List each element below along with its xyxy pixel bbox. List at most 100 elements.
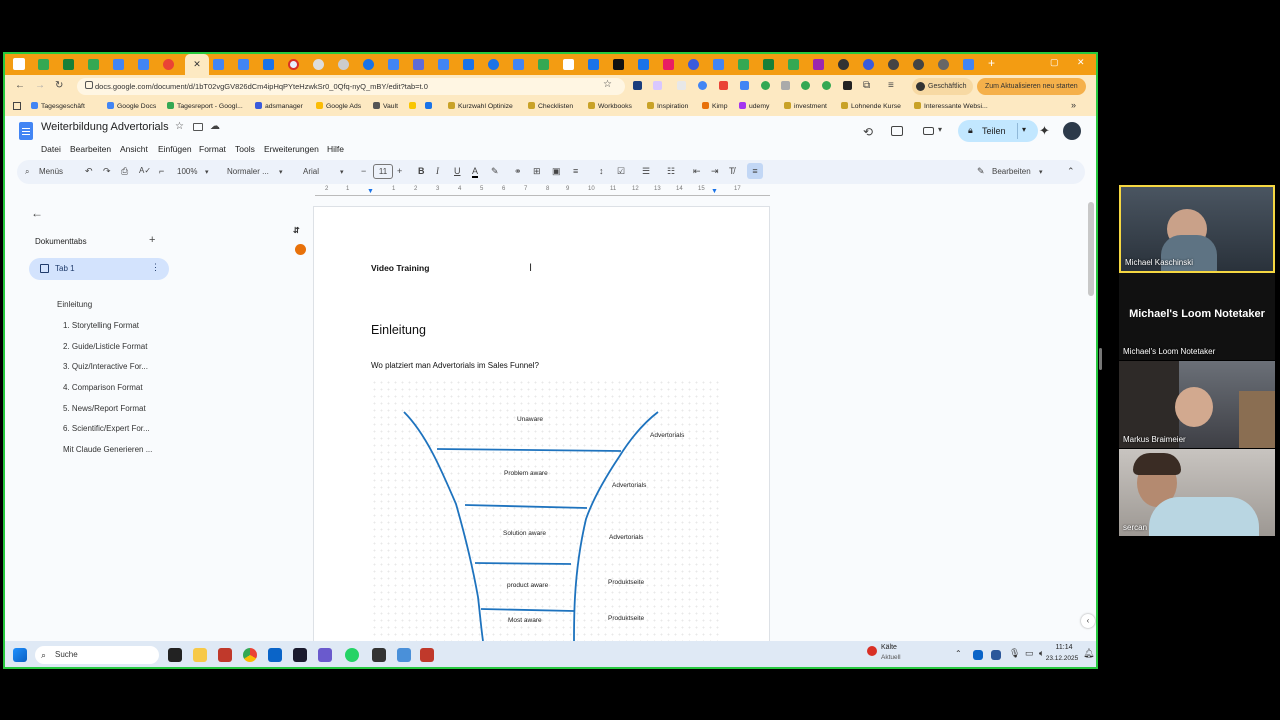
tab-docs-icon[interactable] <box>113 59 124 70</box>
tab-icon[interactable] <box>713 59 724 70</box>
tab-icon[interactable] <box>813 59 824 70</box>
gemini-icon[interactable]: ✦ <box>1039 123 1050 139</box>
collapse-panel-icon[interactable]: ‹ <box>1081 614 1095 628</box>
document-title[interactable]: Weiterbildung Advertorials <box>41 121 169 133</box>
profile-chip[interactable]: Geschäftlich <box>912 78 973 95</box>
extension-icon[interactable] <box>719 81 728 90</box>
suggestion-badge-icon[interactable] <box>295 244 306 255</box>
app-icon[interactable] <box>372 648 386 662</box>
participant-tile[interactable]: Michael's Loom Notetaker Michael's Loom … <box>1119 273 1275 360</box>
document-page[interactable]: Video Training I Einleitung Wo platziert… <box>313 206 770 646</box>
tab-item[interactable]: Tab 1 ⋮ <box>29 258 169 280</box>
share-button[interactable]: 🔒︎ Teilen ▾ <box>958 120 1038 142</box>
add-tab-icon[interactable]: + <box>149 234 155 246</box>
tab-icon[interactable] <box>913 59 924 70</box>
line-spacing-icon[interactable]: ↕ <box>599 166 604 176</box>
pencil-icon[interactable]: ✎ <box>977 166 985 177</box>
mode-select[interactable]: Bearbeiten <box>992 167 1031 176</box>
tab-docs-icon[interactable] <box>138 59 149 70</box>
align-icon[interactable]: ≡ <box>573 166 578 176</box>
bookmark-item[interactable] <box>425 102 435 110</box>
whatsapp-icon[interactable] <box>345 648 359 662</box>
bookmark-item[interactable] <box>409 102 419 110</box>
italic-icon[interactable]: I <box>436 166 439 176</box>
indent-marker-icon[interactable]: ▼ <box>711 188 718 195</box>
outline-item[interactable]: 6. Scientific/Expert For... <box>63 424 150 433</box>
meet-icon[interactable] <box>923 127 934 135</box>
increase-indent-icon[interactable]: ⇥ <box>711 166 719 177</box>
participant-tile[interactable]: sercan <box>1119 449 1275 536</box>
tab-icon[interactable] <box>388 59 399 70</box>
apps-icon[interactable] <box>13 102 21 110</box>
redo-icon[interactable]: ↷ <box>103 166 111 177</box>
tab-icon[interactable] <box>238 59 249 70</box>
paint-format-icon[interactable]: ⌐ <box>159 166 164 176</box>
tray-icon[interactable] <box>973 650 983 660</box>
decrease-indent-icon[interactable]: ⇤ <box>693 166 701 177</box>
tab-sheets-icon[interactable] <box>63 59 74 70</box>
tray-chevron-icon[interactable]: ⌃ <box>955 649 962 658</box>
tab-list-icon[interactable] <box>13 58 25 70</box>
extension-icon[interactable] <box>677 81 686 90</box>
tab-icon[interactable] <box>838 59 849 70</box>
menu-erweiterungen[interactable]: Erweiterungen <box>264 144 319 154</box>
outline-item[interactable]: 1. Storytelling Format <box>63 321 139 330</box>
weather-icon[interactable] <box>867 646 877 656</box>
chevron-down-icon[interactable]: ▾ <box>279 168 283 176</box>
bullet-list-icon[interactable]: ☰ <box>642 166 650 177</box>
extension-icon[interactable] <box>698 81 707 90</box>
bookmark-item[interactable]: Vault <box>373 102 398 110</box>
menu-format[interactable]: Format <box>199 144 226 154</box>
tab-icon[interactable] <box>488 59 499 70</box>
bookmark-folder[interactable]: Kurzwahl Optinize <box>448 102 513 110</box>
funnel-diagram[interactable]: Unaware Problem aware Solution aware pro… <box>371 379 721 641</box>
font-select[interactable]: Arial <box>303 167 319 176</box>
reload-icon[interactable]: ↻ <box>55 80 63 91</box>
extension-icon[interactable] <box>801 81 810 90</box>
bold-icon[interactable]: B <box>418 166 425 176</box>
extension-icon[interactable] <box>822 81 831 90</box>
task-view-icon[interactable] <box>168 648 182 662</box>
microphone-icon[interactable]: 🎙︎ <box>1009 648 1020 659</box>
tab-icon[interactable] <box>288 59 299 70</box>
active-tab-close-icon[interactable]: ✕ <box>185 54 209 75</box>
app-icon[interactable] <box>293 648 307 662</box>
outline-item[interactable]: 3. Quiz/Interactive For... <box>63 362 148 371</box>
tab-claude-icon[interactable] <box>163 59 174 70</box>
bookmark-item[interactable]: Google Ads <box>316 102 361 110</box>
indent-marker-icon[interactable]: ▼ <box>367 188 374 195</box>
clock-time[interactable]: 11:14 <box>1048 644 1080 651</box>
tab-icon[interactable] <box>888 59 899 70</box>
tab-icon[interactable] <box>663 59 674 70</box>
underline-icon[interactable]: U <box>454 166 461 176</box>
outline-item[interactable]: Einleitung <box>57 300 92 309</box>
bookmark-item[interactable]: Kimp <box>702 102 728 110</box>
extension-icon[interactable] <box>761 81 770 90</box>
more-options-icon[interactable]: ⋮ <box>151 262 160 273</box>
chrome-icon[interactable] <box>243 648 257 662</box>
outline-item[interactable]: 4. Comparison Format <box>63 383 143 392</box>
extensions-puzzle-icon[interactable]: ⧉ <box>863 80 870 91</box>
side-panel-icon[interactable]: ≡ <box>888 80 894 91</box>
windows-start-icon[interactable] <box>13 648 27 662</box>
clock-date[interactable]: 23.12.2025 <box>1041 655 1083 662</box>
tab-icon[interactable] <box>338 59 349 70</box>
panel-resize-handle[interactable] <box>1099 348 1102 370</box>
tab-icon[interactable] <box>588 59 599 70</box>
tab-icon[interactable] <box>788 59 799 70</box>
network-icon[interactable]: ▭ <box>1025 648 1034 659</box>
text-options-icon[interactable]: ⇵ <box>293 226 300 235</box>
image-icon[interactable]: ▣ <box>552 166 561 177</box>
version-history-icon[interactable]: ⟲ <box>863 125 873 139</box>
undo-icon[interactable]: ↶ <box>85 166 93 177</box>
outline-item[interactable]: 2. Guide/Listicle Format <box>63 342 147 351</box>
bookmark-folder[interactable]: investment <box>784 102 827 110</box>
zoom-select[interactable]: 100% <box>177 167 197 176</box>
close-window-icon[interactable]: ✕ <box>1077 57 1085 68</box>
chevron-down-icon[interactable]: ▾ <box>205 168 209 176</box>
tab-icon[interactable] <box>938 59 949 70</box>
maximize-icon[interactable]: ▢ <box>1050 57 1059 68</box>
outline-item[interactable]: 5. News/Report Format <box>63 404 146 413</box>
share-dropdown-icon[interactable]: ▾ <box>1022 125 1026 134</box>
outline-item[interactable]: Mit Claude Generieren ... <box>63 445 152 454</box>
